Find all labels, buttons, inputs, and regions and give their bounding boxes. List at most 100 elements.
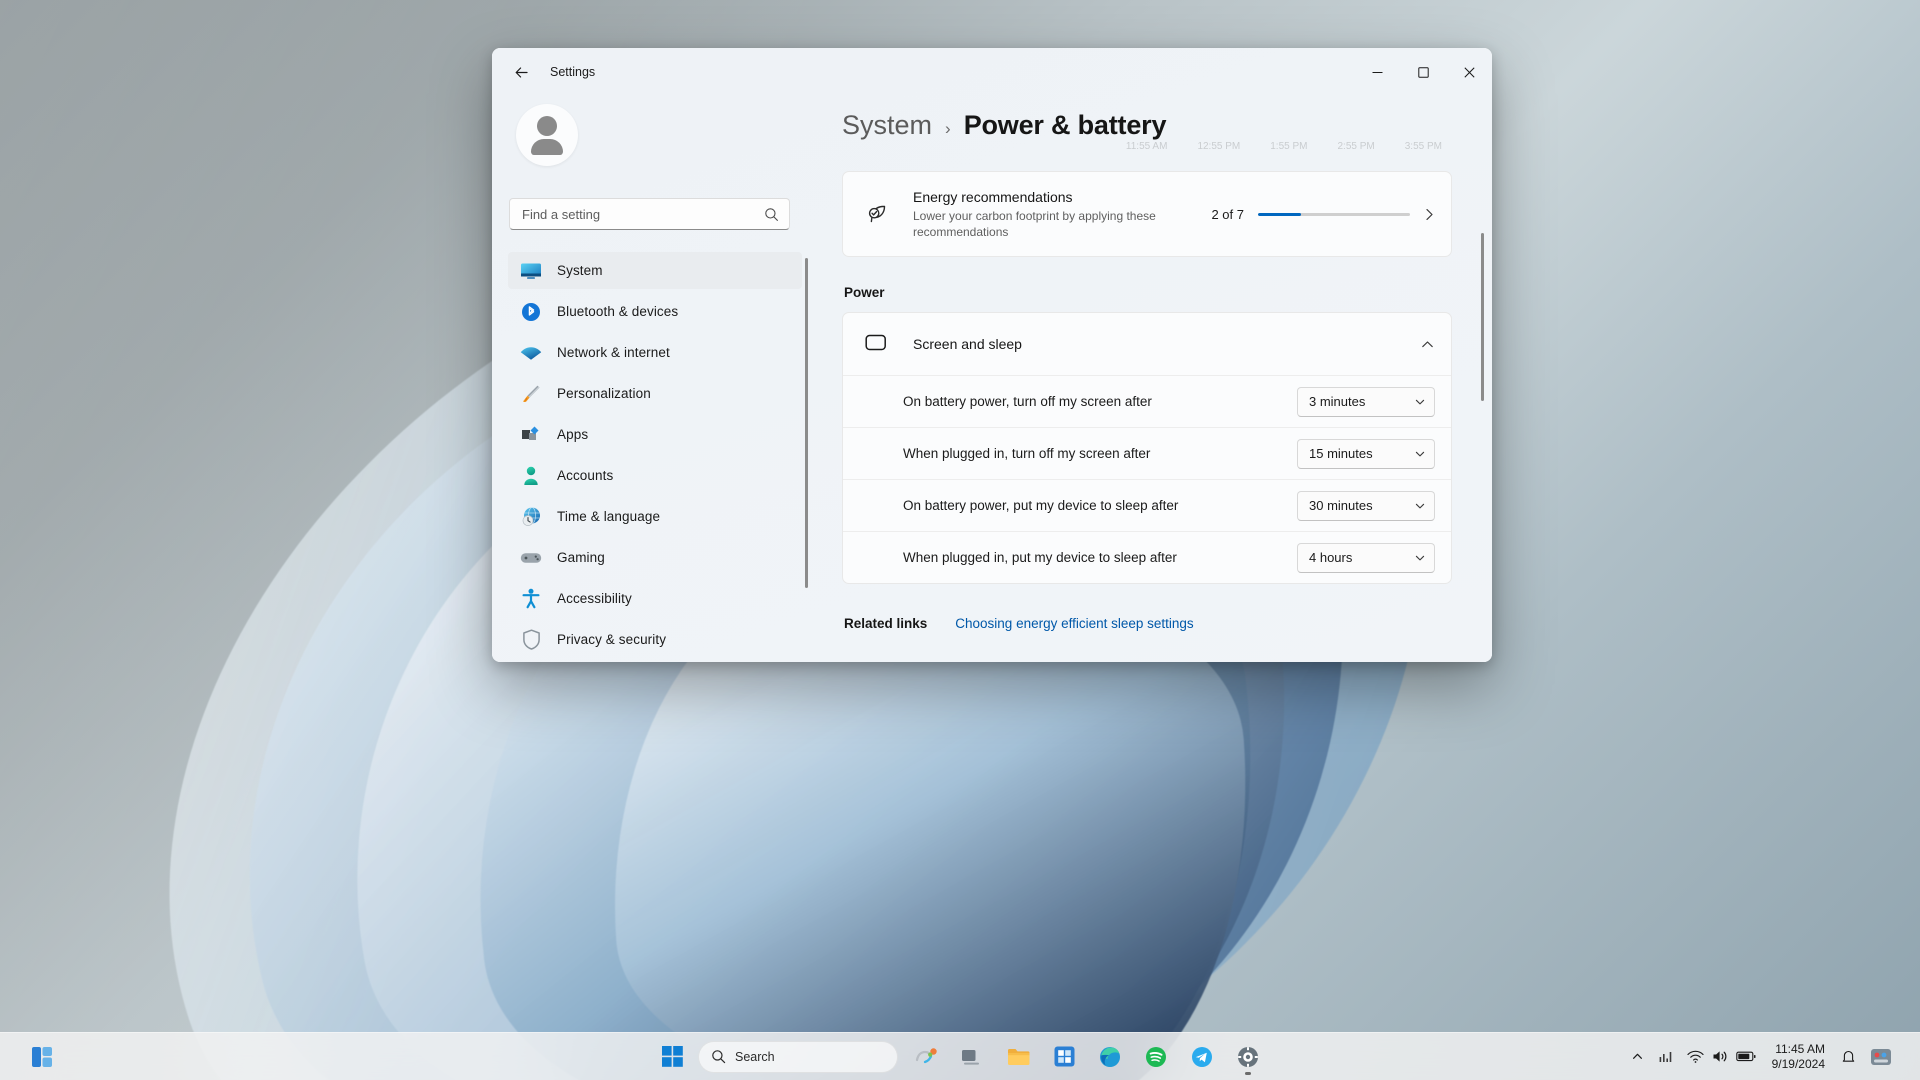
clock[interactable]: 11:45 AM 9/19/2024: [1764, 1042, 1833, 1072]
taskbar-center: Search: [652, 1037, 1268, 1077]
sidebar-item-network-internet[interactable]: Network & internet: [508, 334, 802, 371]
chevron-down-icon: [1415, 451, 1425, 456]
close-icon: [1463, 66, 1475, 78]
chevron-down-icon: [1415, 399, 1425, 404]
maximize-icon: [1417, 66, 1429, 78]
chevron-right-icon[interactable]: [1422, 207, 1437, 222]
sidebar-item-system[interactable]: System: [508, 252, 802, 289]
show-desktop-button[interactable]: [1902, 1037, 1910, 1077]
volume-icon: [1713, 1051, 1726, 1062]
screen-and-sleep-card: Screen and sleep On battery power, turn …: [842, 312, 1452, 584]
search-input[interactable]: [522, 206, 764, 222]
sidebar-item-label: Privacy & security: [557, 632, 667, 647]
search-icon: [712, 1050, 726, 1064]
copilot-button[interactable]: [906, 1037, 946, 1077]
sidebar-item-label: Apps: [557, 427, 589, 442]
file-explorer-button[interactable]: [998, 1037, 1038, 1077]
minimize-button[interactable]: [1354, 48, 1400, 96]
sidebar-scroll-thumb[interactable]: [805, 258, 808, 588]
sidebar-item-accounts[interactable]: Accounts: [508, 457, 802, 494]
main-scroll-thumb[interactable]: [1481, 233, 1484, 401]
energy-recommendations-card[interactable]: Energy recommendations Lower your carbon…: [842, 171, 1452, 257]
sidebar-item-gaming[interactable]: Gaming: [508, 539, 802, 576]
copilot-icon: [915, 1047, 937, 1063]
chevron-up-icon: [1632, 1053, 1642, 1059]
sidebar-scrollbar[interactable]: [805, 252, 808, 662]
main-scroll-inner: 11:55 AM 12:55 PM 1:55 PM 2:55 PM 3:55 P…: [826, 141, 1492, 631]
combo-value: 15 minutes: [1309, 446, 1373, 461]
back-button[interactable]: [504, 56, 538, 88]
telegram-button[interactable]: [1182, 1037, 1222, 1077]
energy-progress-group: 2 of 7: [1211, 207, 1410, 222]
sleep-row-label: When plugged in, put my device to sleep …: [903, 550, 1177, 565]
sleep-row: On battery power, turn off my screen aft…: [843, 375, 1451, 427]
taskbar-search[interactable]: Search: [698, 1040, 898, 1073]
quick-settings-button[interactable]: [1681, 1039, 1762, 1075]
performance-button[interactable]: [1652, 1039, 1679, 1075]
breadcrumb-parent[interactable]: System: [842, 110, 932, 141]
avatar-body: [531, 138, 563, 155]
widgets-button[interactable]: [22, 1037, 62, 1077]
start-button[interactable]: [652, 1037, 692, 1077]
close-button[interactable]: [1446, 48, 1492, 96]
energy-progress-bar: [1258, 212, 1410, 216]
tray-badge-button[interactable]: [1864, 1039, 1898, 1075]
sleep-row: When plugged in, turn off my screen afte…: [843, 427, 1451, 479]
main-scrollbar[interactable]: [1481, 151, 1484, 652]
breadcrumb: System › Power & battery: [826, 96, 1492, 141]
taskbar-tray: 11:45 AM 9/19/2024: [1625, 1037, 1910, 1077]
task-view-button[interactable]: [952, 1037, 992, 1077]
sidebar-item-apps[interactable]: Apps: [508, 416, 802, 453]
taskbar-left: [22, 1037, 62, 1077]
screen-and-sleep-header[interactable]: Screen and sleep: [843, 313, 1451, 375]
settings-taskbar-button[interactable]: [1228, 1037, 1268, 1077]
sidebar-item-label: System: [557, 263, 603, 278]
globe-clock-icon: [519, 506, 543, 528]
energy-text-block: Energy recommendations Lower your carbon…: [913, 189, 1211, 240]
sleep-row-label: On battery power, turn off my screen aft…: [903, 394, 1152, 409]
apps-grid-icon: [519, 424, 543, 446]
maximize-button[interactable]: [1400, 48, 1446, 96]
plugged-screen-off-combo[interactable]: 15 minutes: [1297, 438, 1435, 469]
tick-label: 3:55 PM: [1404, 141, 1442, 152]
sleep-row-label: On battery power, put my device to sleep…: [903, 498, 1179, 513]
energy-title: Energy recommendations: [913, 188, 1073, 205]
user-avatar-icon: [531, 115, 563, 155]
avatar-block: [508, 96, 812, 166]
tick-label: 11:55 AM: [1125, 141, 1168, 152]
sidebar-item-label: Bluetooth & devices: [557, 304, 679, 319]
breadcrumb-separator-icon: ›: [945, 119, 951, 138]
microsoft-store-button[interactable]: [1044, 1037, 1084, 1077]
sidebar-item-accessibility[interactable]: Accessibility: [508, 580, 802, 617]
sidebar-nav-list: System Bluetooth & devices Network & int…: [508, 252, 812, 662]
avatar[interactable]: [516, 104, 578, 166]
related-link-sleep-settings[interactable]: Choosing energy efficient sleep settings: [955, 616, 1193, 631]
microsoft-edge-button[interactable]: [1090, 1037, 1130, 1077]
minimize-icon: [1372, 71, 1382, 73]
chevron-down-icon: [1415, 503, 1425, 508]
notification-bell-icon: [1842, 1050, 1855, 1062]
person-icon: [519, 465, 543, 487]
shield-icon: [519, 629, 543, 651]
sidebar-item-time-language[interactable]: Time & language: [508, 498, 802, 535]
search-box[interactable]: [509, 198, 790, 230]
network-icon: [1687, 1050, 1704, 1063]
sidebar-item-personalization[interactable]: Personalization: [508, 375, 802, 412]
sidebar-item-privacy-security[interactable]: Privacy & security: [508, 621, 802, 658]
page-title: Power & battery: [963, 110, 1167, 140]
monitor-icon: [519, 260, 543, 282]
tray-overflow-button[interactable]: [1625, 1039, 1650, 1075]
sleep-row: When plugged in, put my device to sleep …: [843, 531, 1451, 583]
wifi-icon: [519, 342, 543, 364]
chevron-up-icon[interactable]: [1420, 337, 1435, 352]
plugged-sleep-combo[interactable]: 4 hours: [1297, 542, 1435, 573]
spotify-button[interactable]: [1136, 1037, 1176, 1077]
window-body: System Bluetooth & devices: [492, 96, 1492, 662]
energy-count-label: 2 of 7: [1211, 206, 1244, 222]
window-titlebar: Settings: [492, 48, 1492, 96]
notification-center-button[interactable]: [1835, 1039, 1862, 1075]
battery-sleep-combo[interactable]: 30 minutes: [1297, 490, 1435, 521]
battery-screen-off-combo[interactable]: 3 minutes: [1297, 386, 1435, 417]
sidebar-item-bluetooth-devices[interactable]: Bluetooth & devices: [508, 293, 802, 330]
clock-date: 9/19/2024: [1771, 1056, 1825, 1071]
